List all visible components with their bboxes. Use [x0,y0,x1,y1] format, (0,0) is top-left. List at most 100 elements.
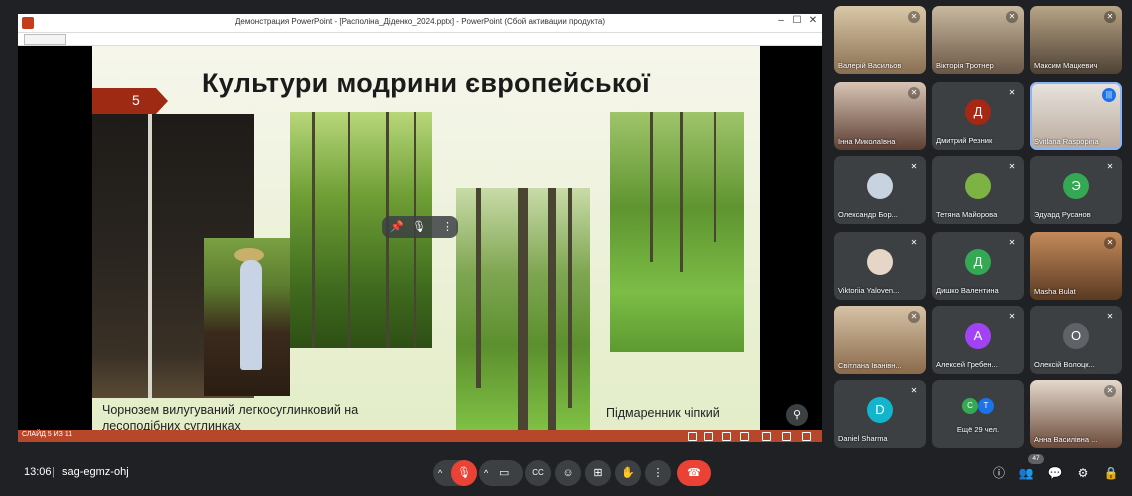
more-participants-tile[interactable]: С Т Ещё 29 чел. [932,380,1024,448]
pin-icon[interactable]: 📌 [390,220,404,233]
speaking-indicator-icon: ||| [1102,88,1116,102]
researcher-photo [204,238,290,396]
participant-tile[interactable]: ✕ Д Дишко Валентина [932,232,1024,300]
avatar-photo [867,249,893,275]
participant-tile[interactable]: ✕ Вікторія Тротнер [932,6,1024,74]
camera-button[interactable]: ▭ [499,460,509,486]
participant-tile[interactable]: ✕ Тетяна Майорова [932,156,1024,224]
participant-tile[interactable]: ✕ Viktoriia Yaloven... [834,232,926,300]
mic-off-icon: ✕ [1008,88,1016,97]
participant-name: Дишко Валентина [936,286,999,295]
participant-tile[interactable]: ✕ Д Дмитрий Резник [932,82,1024,150]
mic-off-icon: ✕ [908,311,920,323]
slide: Культури модрини європейської 5 Чорнозем… [92,46,760,430]
separator: | [52,466,55,478]
participant-tile[interactable]: ✕ О Олексій Волоцк... [1030,306,1122,374]
close-button[interactable]: ✕ [806,15,820,26]
mute-icon[interactable]: 🎙 [412,220,426,233]
forest-photo-2 [456,188,590,430]
participant-name: Svitlana Raspopina [1034,137,1099,146]
participant-name: Олексій Волоцк... [1034,360,1095,369]
ppt-window-title: Демонстрация PowerPoint - [Располiна_Дiд… [234,17,606,26]
participant-name: Masha Bulat [1034,287,1076,296]
chat-icon[interactable]: 💬 [1046,464,1064,482]
participant-name: Інна Миколаївна [838,137,896,146]
participant-tile[interactable]: ✕ Masha Bulat [1030,232,1122,300]
notes-icon[interactable] [704,432,713,441]
slide-number-banner: 5 [92,88,168,114]
forest-photo-3 [610,112,744,352]
avatar: С [962,398,978,414]
avatar: Э [1063,173,1089,199]
mic-off-icon: ✕ [910,162,918,171]
participant-tile[interactable]: ✕ D Daniel Sharma [834,380,926,448]
reading-view-icon[interactable] [740,432,749,441]
avatar: D [867,397,893,423]
ppt-ribbon-strip [18,33,822,46]
participant-name: Дмитрий Резник [936,136,993,145]
mic-off-icon: ✕ [1106,312,1114,321]
slide-sorter-icon[interactable] [722,432,731,441]
normal-view-icon[interactable] [688,432,697,441]
participant-tile[interactable]: ✕ Світлана Іванівн... [834,306,926,374]
participant-tile[interactable]: ✕ А Алексей Гребен... [932,306,1024,374]
present-button[interactable]: ⊞ [585,460,611,486]
person-figure [240,260,262,370]
meeting-code: sag-egmz-ohj [62,466,129,478]
participant-name: Світлана Іванівн... [838,361,902,370]
participant-tile[interactable]: ✕ Э Эдуард Русанов [1030,156,1122,224]
mic-off-icon: ✕ [910,386,918,395]
avatar: Д [965,249,991,275]
raise-hand-button[interactable]: ✋ [615,460,641,486]
avatar: Т [978,398,994,414]
participant-tile-speaking[interactable]: ||| Svitlana Raspopina [1030,82,1122,150]
camera-group: ^ ▭ [479,460,523,486]
mic-off-icon: ✕ [908,87,920,99]
mic-off-icon: ✕ [1104,237,1116,249]
participant-tile[interactable]: ✕ Олександр Бор... [834,156,926,224]
minimize-button[interactable]: – [774,15,788,26]
caption-soil-line2: лесоподібних суглинках [102,419,241,430]
presentation-tile-controls[interactable]: 📌 🎙 ⋮ [382,216,458,238]
participant-tile[interactable]: ✕ Валерій Васильов [834,6,926,74]
participant-tile[interactable]: ✕ Максим Мацкевич [1030,6,1122,74]
maximize-button[interactable]: ☐ [790,15,804,26]
caption-soil-line1: Чорнозем вилугуваний легкосуглинковий на [102,403,359,417]
zoom-icon[interactable]: ⚲ [786,404,808,426]
avatar-photo [965,173,991,199]
more-options-icon[interactable]: ⋮ [442,220,453,233]
end-call-button[interactable]: ☎ [677,460,711,486]
mic-off-icon: ✕ [1104,11,1116,23]
measuring-rod [148,114,152,398]
captions-button[interactable]: CC [525,460,551,486]
more-participants-label: Ещё 29 чел. [956,425,1000,434]
ppt-title-bar: Демонстрация PowerPoint - [Располiна_Дiд… [18,14,822,33]
camera-options-caret-icon[interactable]: ^ [484,460,488,486]
mic-off-icon: ✕ [910,238,918,247]
caption-plant: Підмаренник чіпкий [606,406,720,420]
mic-group: ^ 🎙 [433,460,477,486]
participant-name: Вікторія Тротнер [936,61,994,70]
info-icon[interactable]: ⓘ [990,464,1008,482]
avatar: А [965,323,991,349]
activities-icon[interactable]: ⚙ [1074,464,1092,482]
avatar-photo [867,173,893,199]
ppt-status-bar: СЛАЙД 5 ИЗ 11 [18,430,822,442]
slideshow-icon[interactable] [782,432,791,441]
people-icon[interactable]: 👥 [1017,464,1035,482]
grid-view-icon[interactable] [762,432,771,441]
participant-tile[interactable]: ✕ Анна Василівна ... [1030,380,1122,448]
mic-button[interactable]: 🎙 [451,460,477,486]
participant-name: Анна Василівна ... [1034,435,1098,444]
mic-off-icon: ✕ [1104,385,1116,397]
emoji-button[interactable]: ☺ [555,460,581,486]
more-options-button[interactable]: ⋮ [645,460,671,486]
mic-off-icon: ✕ [1008,238,1016,247]
ppt-tab[interactable] [24,34,66,45]
fit-icon[interactable] [802,432,811,441]
participant-tile[interactable]: ✕ Інна Миколаївна [834,82,926,150]
mic-off-icon: ✕ [908,11,920,23]
host-controls-icon[interactable]: 🔒 [1102,464,1120,482]
mic-options-caret-icon[interactable]: ^ [438,460,442,486]
avatar: О [1063,323,1089,349]
